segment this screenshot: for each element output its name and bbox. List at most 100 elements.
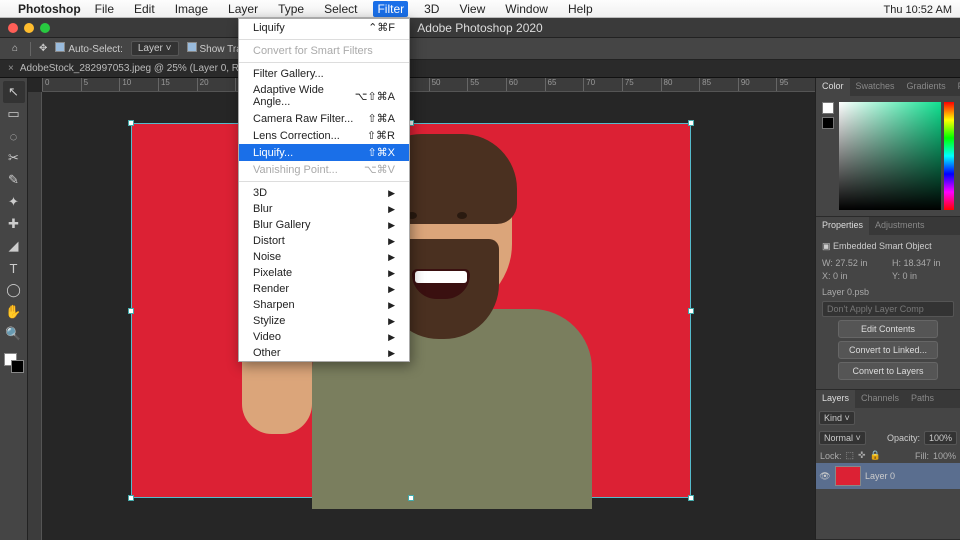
filter-menu-dropdown: Liquify⌃⌘F Convert for Smart Filters Fil… — [238, 18, 410, 362]
layer-filter-dropdown[interactable]: Kind ˅ — [819, 411, 855, 425]
window-minimize-button[interactable] — [24, 23, 34, 33]
home-icon[interactable]: ⌂ — [8, 42, 22, 56]
transform-handle[interactable] — [128, 495, 134, 501]
blend-mode-dropdown[interactable]: Normal ˅ — [819, 431, 866, 445]
panel-tab[interactable]: Swatches — [850, 78, 901, 96]
transform-handle[interactable] — [688, 495, 694, 501]
panel-tab[interactable]: Paths — [905, 390, 940, 408]
menu-filter[interactable]: Filter — [373, 1, 408, 17]
tool-button[interactable]: 🔍 — [3, 323, 25, 345]
lock-icon[interactable]: ⬚ — [846, 450, 855, 461]
document-canvas[interactable] — [131, 123, 691, 498]
horizontal-ruler: 05101520253035404550556065707580859095 — [42, 78, 815, 92]
linked-file-label: Layer 0.psb — [822, 287, 954, 297]
close-tab-icon[interactable]: × — [8, 63, 14, 74]
lock-all-icon[interactable]: 🔒 — [870, 450, 881, 461]
menu-item-submenu[interactable]: Blur▶ — [239, 201, 409, 217]
menu-item-submenu[interactable]: Distort▶ — [239, 233, 409, 249]
color-picker[interactable] — [822, 102, 954, 210]
auto-select-target-dropdown[interactable]: Layer ˅ — [131, 41, 179, 56]
canvas-area[interactable]: 05101520253035404550556065707580859095 — [28, 78, 815, 540]
window-close-button[interactable] — [8, 23, 18, 33]
color-swatch[interactable] — [4, 353, 24, 373]
panel-tab[interactable]: Adjustments — [869, 217, 931, 235]
tool-button[interactable]: ↖ — [3, 81, 25, 103]
menu-item-submenu[interactable]: 3D▶ — [239, 185, 409, 201]
transform-handle[interactable] — [408, 495, 414, 501]
show-transform-checkbox[interactable] — [187, 42, 197, 52]
menu-item-submenu[interactable]: Other▶ — [239, 345, 409, 361]
visibility-icon[interactable]: 👁 — [819, 471, 831, 482]
menu-item-submenu[interactable]: Sharpen▶ — [239, 297, 409, 313]
fill-input[interactable]: 100% — [933, 451, 956, 461]
menubar-status: Thu 10:52 AM — [874, 2, 953, 16]
menu-layer[interactable]: Layer — [224, 1, 262, 17]
panel-tab[interactable]: Gradients — [901, 78, 952, 96]
menu-type[interactable]: Type — [274, 1, 308, 17]
macos-menubar: Photoshop File Edit Image Layer Type Select Fi… — [0, 0, 960, 18]
panel-tab[interactable]: Properties — [816, 217, 869, 235]
tool-button[interactable]: ✂ — [3, 147, 25, 169]
tool-button[interactable]: ◌ — [3, 125, 25, 147]
transform-handle[interactable] — [128, 308, 134, 314]
menu-item[interactable]: Filter Gallery... — [239, 66, 409, 82]
menu-item[interactable]: Lens Correction...⇧⌘R — [239, 127, 409, 144]
menu-item-last-filter[interactable]: Liquify⌃⌘F — [239, 19, 409, 36]
menu-image[interactable]: Image — [171, 1, 212, 17]
tool-button[interactable]: ✦ — [3, 191, 25, 213]
tool-button[interactable]: ✚ — [3, 213, 25, 235]
lock-icon[interactable]: ✜ — [858, 450, 866, 461]
layer-comp-dropdown[interactable]: Don't Apply Layer Comp — [822, 301, 954, 317]
app-name[interactable]: Photoshop — [18, 2, 81, 16]
options-bar: ⌂ ✥ Auto-Select: Layer ˅ Show Transform … — [0, 38, 960, 60]
panel-tab[interactable]: Channels — [855, 390, 905, 408]
menu-item[interactable]: Liquify...⇧⌘X — [239, 144, 409, 161]
tool-button[interactable]: ▭ — [3, 103, 25, 125]
color-panel: ColorSwatchesGradientsPatterns — [816, 78, 960, 217]
layer-thumbnail[interactable] — [835, 466, 861, 486]
layer-row[interactable]: 👁 Layer 0 — [816, 463, 960, 489]
document-tab[interactable]: × AdobeStock_282997053.jpeg @ 25% (Layer… — [0, 60, 960, 78]
transform-handle[interactable] — [688, 308, 694, 314]
opacity-input[interactable]: 100% — [924, 431, 957, 445]
menu-select[interactable]: Select — [320, 1, 361, 17]
auto-select-checkbox[interactable] — [55, 42, 65, 52]
convert-to-linked-button[interactable]: Convert to Linked... — [838, 341, 938, 359]
edit-contents-button[interactable]: Edit Contents — [838, 320, 938, 338]
menu-view[interactable]: View — [455, 1, 489, 17]
panel-tab[interactable]: Patterns — [952, 78, 960, 96]
menu-item-submenu[interactable]: Stylize▶ — [239, 313, 409, 329]
menu-item-submenu[interactable]: Render▶ — [239, 281, 409, 297]
layers-panel: LayersChannelsPaths Kind ˅ Normal ˅ Opac… — [816, 390, 960, 540]
tool-button[interactable]: ✋ — [3, 301, 25, 323]
menu-edit[interactable]: Edit — [130, 1, 159, 17]
convert-to-layers-button[interactable]: Convert to Layers — [838, 362, 938, 380]
menu-item-submenu[interactable]: Blur Gallery▶ — [239, 217, 409, 233]
menu-item-submenu[interactable]: Pixelate▶ — [239, 265, 409, 281]
layer-name[interactable]: Layer 0 — [865, 471, 895, 481]
menu-3d[interactable]: 3D — [420, 1, 443, 17]
transform-handle[interactable] — [128, 120, 134, 126]
properties-panel: PropertiesAdjustments ▣ Embedded Smart O… — [816, 217, 960, 390]
menu-file[interactable]: File — [91, 1, 118, 17]
tool-button[interactable]: T — [3, 257, 25, 279]
menu-help[interactable]: Help — [564, 1, 597, 17]
move-tool-icon: ✥ — [39, 43, 47, 54]
menu-item-submenu[interactable]: Noise▶ — [239, 249, 409, 265]
transform-handle[interactable] — [688, 120, 694, 126]
panels-dock: ColorSwatchesGradientsPatterns Propertie… — [815, 78, 960, 540]
tool-button[interactable]: ◯ — [3, 279, 25, 301]
menu-window[interactable]: Window — [501, 1, 552, 17]
menu-item: Vanishing Point...⌥⌘V — [239, 161, 409, 178]
panel-tab[interactable]: Layers — [816, 390, 855, 408]
window-titlebar: Adobe Photoshop 2020 — [0, 18, 960, 38]
window-zoom-button[interactable] — [40, 23, 50, 33]
menu-item-convert-smart: Convert for Smart Filters — [239, 43, 409, 59]
tools-panel: ↖▭◌✂✎✦✚◢T◯✋🔍 — [0, 78, 28, 540]
menu-item[interactable]: Adaptive Wide Angle...⌥⇧⌘A — [239, 82, 409, 110]
panel-tab[interactable]: Color — [816, 78, 850, 96]
tool-button[interactable]: ◢ — [3, 235, 25, 257]
menu-item-submenu[interactable]: Video▶ — [239, 329, 409, 345]
menu-item[interactable]: Camera Raw Filter...⇧⌘A — [239, 110, 409, 127]
tool-button[interactable]: ✎ — [3, 169, 25, 191]
